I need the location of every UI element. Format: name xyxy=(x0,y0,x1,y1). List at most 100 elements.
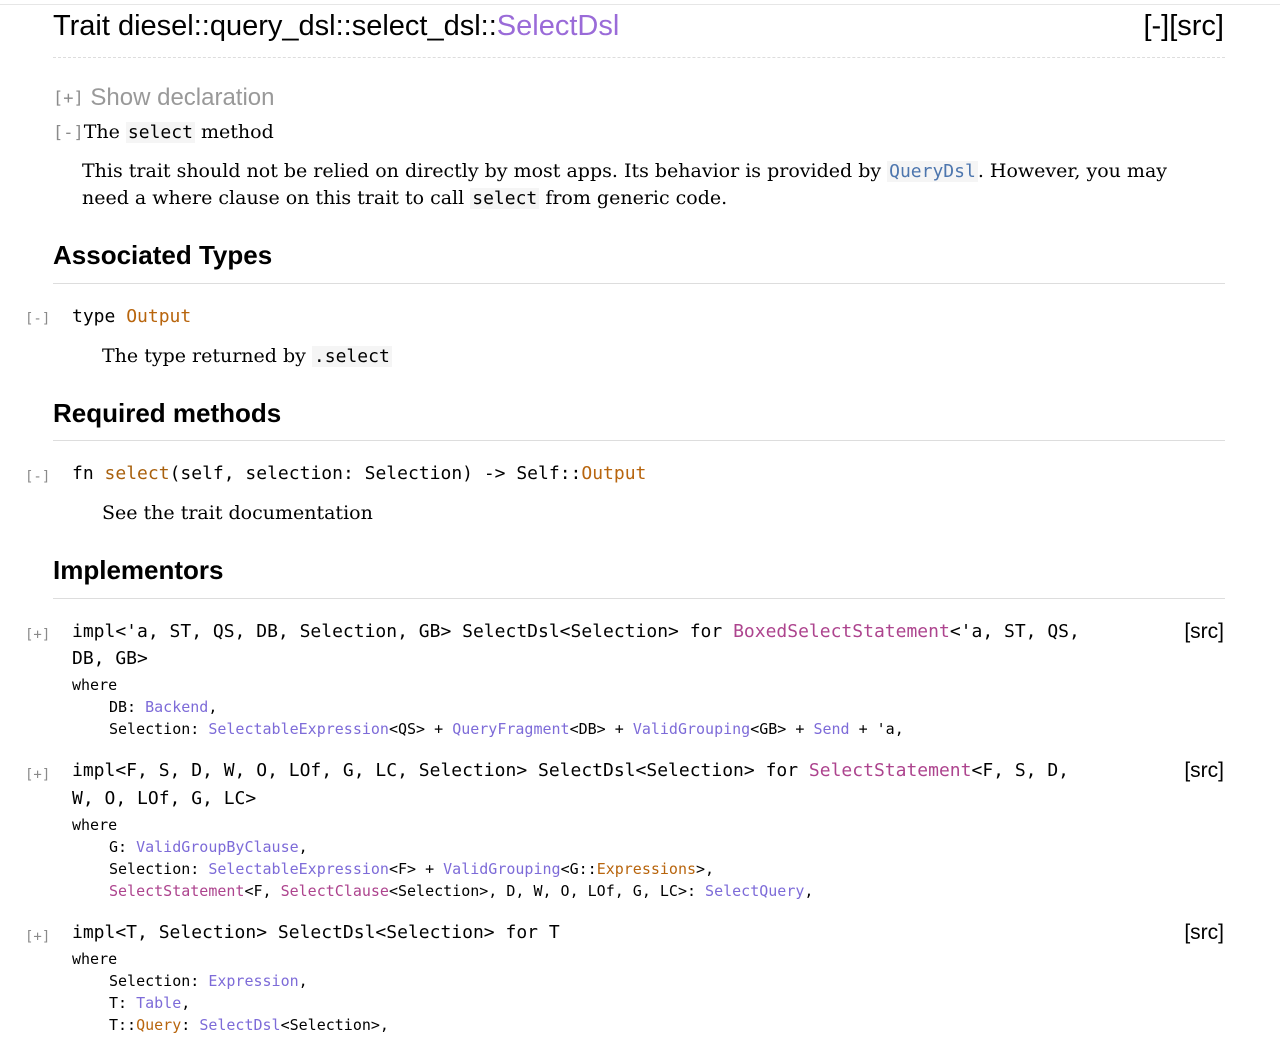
valid-grouping-link-2[interactable]: ValidGrouping xyxy=(443,860,560,878)
impl-2-line1: impl<F, S, D, W, O, LOf, G, LC, Selectio… xyxy=(72,760,1069,781)
trait-description: This trait should not be relied on direc… xyxy=(82,158,1212,212)
assoc-type-doc-text: The type returned by xyxy=(102,345,306,367)
select-query-link[interactable]: SelectQuery xyxy=(705,882,804,900)
assoc-type-toggle[interactable]: [-] xyxy=(25,311,50,327)
where-colon: : xyxy=(181,1016,200,1034)
impl-1-where-db: DB: Backend, xyxy=(109,698,217,716)
assoc-type-signature: type Output xyxy=(72,306,191,327)
query-fragment-link[interactable]: QueryFragment xyxy=(452,720,569,738)
send-link[interactable]: Send xyxy=(813,720,849,738)
impl-1-src-link[interactable]: [src] xyxy=(1184,620,1224,644)
impl-1-toggle[interactable]: [+] xyxy=(25,627,50,643)
where-g-label: G: xyxy=(109,838,137,856)
title-path: Trait diesel::query_dsl::select_dsl:: xyxy=(53,10,497,42)
where-text-j: , xyxy=(804,882,814,900)
declaration-toggle[interactable]: [+] xyxy=(53,89,84,109)
page-title: Trait diesel::query_dsl::select_dsl::Sel… xyxy=(53,10,619,43)
impl-3-toggle[interactable]: [+] xyxy=(25,929,50,945)
impl-3-where: where xyxy=(72,950,118,968)
associated-types-divider xyxy=(53,283,1225,284)
where-text-f: <G:: xyxy=(560,860,597,878)
boxed-select-statement-link[interactable]: BoxedSelectStatement xyxy=(733,621,950,642)
method-doc: See the trait documentation xyxy=(102,502,373,524)
where-text-e: <F> + xyxy=(388,860,444,878)
show-declaration[interactable]: [+] Show declaration xyxy=(53,84,275,112)
where-g-comma: , xyxy=(298,838,308,856)
impl-1-where-selection: Selection: SelectableExpression<QS> + Qu… xyxy=(109,720,904,738)
where-comma-l: , xyxy=(181,994,191,1012)
impl-3-where-t: T: Table, xyxy=(109,994,190,1012)
docblock-title-method: method xyxy=(201,121,274,143)
impl-2-where-statement: SelectStatement<F, SelectClause<Selectio… xyxy=(109,882,813,900)
where-text-a: <QS> + xyxy=(388,720,453,738)
where-t-path: T:: xyxy=(109,1016,137,1034)
title-trait-name[interactable]: SelectDsl xyxy=(497,10,620,42)
select-statement-link-2[interactable]: SelectStatement xyxy=(109,882,244,900)
inline-code-select: select xyxy=(125,122,195,143)
where-text-b: <DB> + xyxy=(569,720,633,738)
implementors-divider xyxy=(53,598,1225,599)
impl-3-src-link[interactable]: [src] xyxy=(1184,921,1224,945)
inline-code-dot-select: .select xyxy=(311,346,392,367)
where-t-label: T: xyxy=(109,994,137,1012)
impl-1-head: impl<'a, ST, QS, DB, Selection, GB> Sele… xyxy=(72,621,734,642)
where-selection-label: Selection: xyxy=(109,720,209,738)
required-methods-divider xyxy=(53,440,1225,441)
type-keyword: type xyxy=(72,306,116,327)
impl-2-head: impl<F, S, D, W, O, LOf, G, LC, Selectio… xyxy=(72,760,809,781)
where-text-m: <Selection>, xyxy=(280,1016,389,1034)
impl-2-line2: W, O, LOf, G, LC> xyxy=(72,788,257,809)
select-clause-link[interactable]: SelectClause xyxy=(281,882,389,900)
impl-2-generics: <F, S, D, xyxy=(971,760,1070,781)
src-link[interactable]: [src] xyxy=(1169,10,1224,42)
associated-types-heading[interactable]: Associated Types xyxy=(53,240,272,271)
selectable-expression-link[interactable]: SelectableExpression xyxy=(208,720,389,738)
implementors-heading[interactable]: Implementors xyxy=(53,555,224,586)
valid-group-by-clause-link[interactable]: ValidGroupByClause xyxy=(136,838,299,856)
required-methods-heading[interactable]: Required methods xyxy=(53,398,281,429)
top-border xyxy=(0,4,1280,5)
where-text-d: + 'a, xyxy=(849,720,904,738)
declaration-label[interactable]: Show declaration xyxy=(90,84,274,111)
impl-2-where-g: G: ValidGroupByClause, xyxy=(109,838,308,856)
where-text-i: <Selection>, D, W, O, LOf, G, LC>: xyxy=(388,882,706,900)
table-link[interactable]: Table xyxy=(136,994,181,1012)
assoc-type-doc: The type returned by .select xyxy=(102,345,392,367)
querydsl-link[interactable]: QueryDsl xyxy=(887,161,978,182)
title-divider xyxy=(53,57,1225,58)
backend-link[interactable]: Backend xyxy=(145,698,208,716)
method-select-name[interactable]: select xyxy=(105,463,170,484)
impl-1-line2: DB, GB> xyxy=(72,648,148,669)
where-text-c: <GB> + xyxy=(750,720,814,738)
fn-keyword: fn xyxy=(72,463,94,484)
expressions-assoc-link[interactable]: Expressions xyxy=(597,860,696,878)
method-signature: fn select(self, selection: Selection) ->… xyxy=(72,463,646,484)
where-db-label: DB: xyxy=(109,698,146,716)
impl-2-src-link[interactable]: [src] xyxy=(1184,759,1224,783)
impl-2-toggle[interactable]: [+] xyxy=(25,767,50,783)
docblock-toggle[interactable]: [-] xyxy=(53,123,84,143)
impl-2-where-selection: Selection: SelectableExpression<F> + Val… xyxy=(109,860,714,878)
impl-2-where: where xyxy=(72,816,118,834)
where-db-comma: , xyxy=(208,698,218,716)
where-text-g: >, xyxy=(696,860,715,878)
inline-code-select-2: select xyxy=(470,188,540,209)
method-toggle[interactable]: [-] xyxy=(25,469,50,485)
expression-link[interactable]: Expression xyxy=(208,972,298,990)
method-signature-params: (self, selection: Selection) -> Self:: xyxy=(169,463,582,484)
method-return-output[interactable]: Output xyxy=(581,463,646,484)
impl-3-line1: impl<T, Selection> SelectDsl<Selection> … xyxy=(72,922,560,943)
selectable-expression-link-2[interactable]: SelectableExpression xyxy=(208,860,389,878)
where-selection-label-3: Selection: xyxy=(109,972,209,990)
description-text-1: This trait should not be relied on direc… xyxy=(82,160,888,182)
where-text-h: <F, xyxy=(244,882,281,900)
assoc-type-output[interactable]: Output xyxy=(126,306,191,327)
impl-3-where-query: T::Query: SelectDsl<Selection>, xyxy=(109,1016,389,1034)
select-dsl-link[interactable]: SelectDsl xyxy=(199,1016,280,1034)
collapse-all-toggle[interactable]: [-] xyxy=(1143,10,1169,42)
docblock-title-the: The xyxy=(83,121,120,143)
query-assoc-link[interactable]: Query xyxy=(136,1016,181,1034)
impl-1-line1: impl<'a, ST, QS, DB, Selection, GB> Sele… xyxy=(72,621,1080,642)
valid-grouping-link[interactable]: ValidGrouping xyxy=(633,720,750,738)
select-statement-link[interactable]: SelectStatement xyxy=(809,760,972,781)
